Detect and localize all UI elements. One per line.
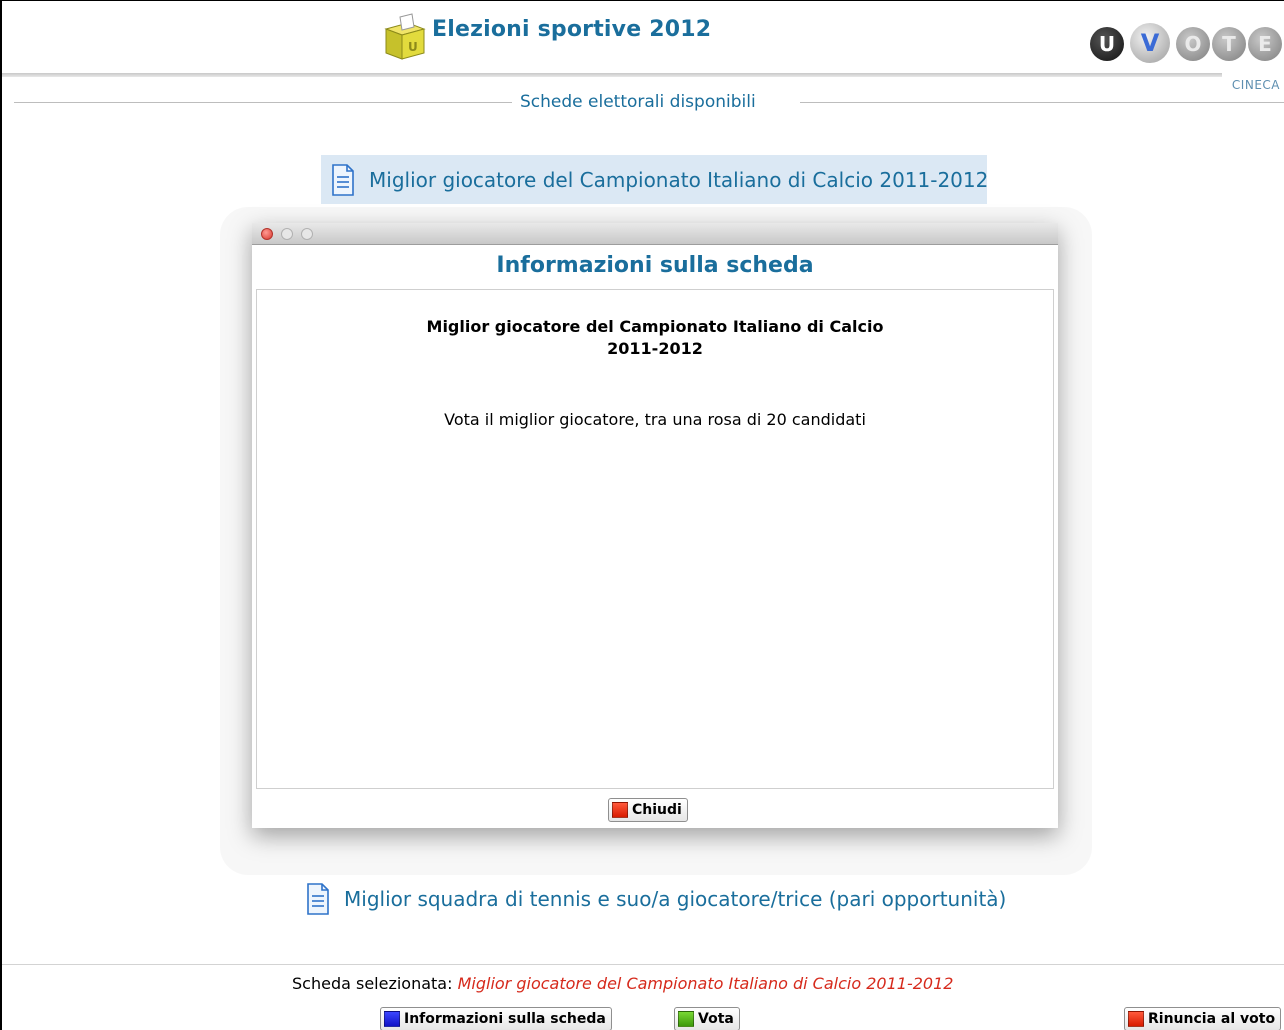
ballot-item-tennis[interactable]: Miglior squadra di tennis e suo/a giocat… bbox=[306, 877, 1006, 921]
zoom-window-icon[interactable] bbox=[301, 228, 313, 240]
brand-letter-e: E bbox=[1248, 27, 1282, 61]
app-title: Elezioni sportive 2012 bbox=[432, 17, 712, 42]
ballot-info-dialog: Informazioni sulla scheda Miglior giocat… bbox=[252, 223, 1058, 828]
close-button-label: Chiudi bbox=[632, 802, 682, 818]
ballot-label: Miglior squadra di tennis e suo/a giocat… bbox=[344, 887, 1007, 911]
dialog-ballot-title: Miglior giocatore del Campionato Italian… bbox=[426, 317, 884, 358]
brand-letter-u: U bbox=[1090, 27, 1124, 61]
header-divider bbox=[2, 73, 1222, 77]
renounce-vote-button[interactable]: Rinuncia al voto bbox=[1124, 1007, 1282, 1030]
red-square-icon bbox=[1128, 1011, 1144, 1027]
minimize-window-icon[interactable] bbox=[281, 228, 293, 240]
svg-text:U: U bbox=[408, 40, 418, 54]
selected-label: Scheda selezionata: bbox=[292, 974, 453, 993]
footer-divider bbox=[2, 964, 1284, 965]
brand-letter-o: O bbox=[1176, 27, 1210, 61]
brand-letter-v: V bbox=[1130, 23, 1170, 63]
selected-value: Miglior giocatore del Campionato Italian… bbox=[457, 974, 954, 993]
green-square-icon bbox=[678, 1011, 694, 1027]
section-title: Schede elettorali disponibili bbox=[520, 92, 756, 112]
brand-letter-t: T bbox=[1212, 27, 1246, 61]
dialog-content: Miglior giocatore del Campionato Italian… bbox=[256, 289, 1054, 789]
dialog-description: Vota il miglior giocatore, tra una rosa … bbox=[444, 410, 866, 429]
ballot-item-calcio[interactable]: Miglior giocatore del Campionato Italian… bbox=[321, 155, 989, 204]
ballot-label: Miglior giocatore del Campionato Italian… bbox=[369, 167, 989, 192]
selected-ballot-row: Scheda selezionata: Miglior giocatore de… bbox=[292, 974, 953, 993]
blue-square-icon bbox=[384, 1011, 400, 1027]
ballot-box-icon: U bbox=[380, 13, 428, 61]
document-icon bbox=[307, 883, 329, 915]
brand-subtitle: CINECA bbox=[1231, 78, 1280, 92]
section-rule-left bbox=[14, 102, 512, 103]
vote-button-label: Vota bbox=[698, 1011, 734, 1027]
vote-button[interactable]: Vota bbox=[674, 1007, 740, 1030]
red-square-icon bbox=[612, 802, 628, 818]
ballot-info-button[interactable]: Informazioni sulla scheda bbox=[380, 1007, 612, 1030]
document-icon bbox=[332, 163, 354, 196]
ballot-info-button-label: Informazioni sulla scheda bbox=[404, 1011, 606, 1027]
section-rule-right bbox=[800, 102, 1284, 103]
renounce-vote-button-label: Rinuncia al voto bbox=[1148, 1011, 1276, 1027]
close-window-icon[interactable] bbox=[261, 228, 273, 240]
close-button[interactable]: Chiudi bbox=[608, 798, 688, 822]
dialog-heading: Informazioni sulla scheda bbox=[496, 253, 814, 278]
dialog-titlebar[interactable] bbox=[252, 223, 1058, 245]
